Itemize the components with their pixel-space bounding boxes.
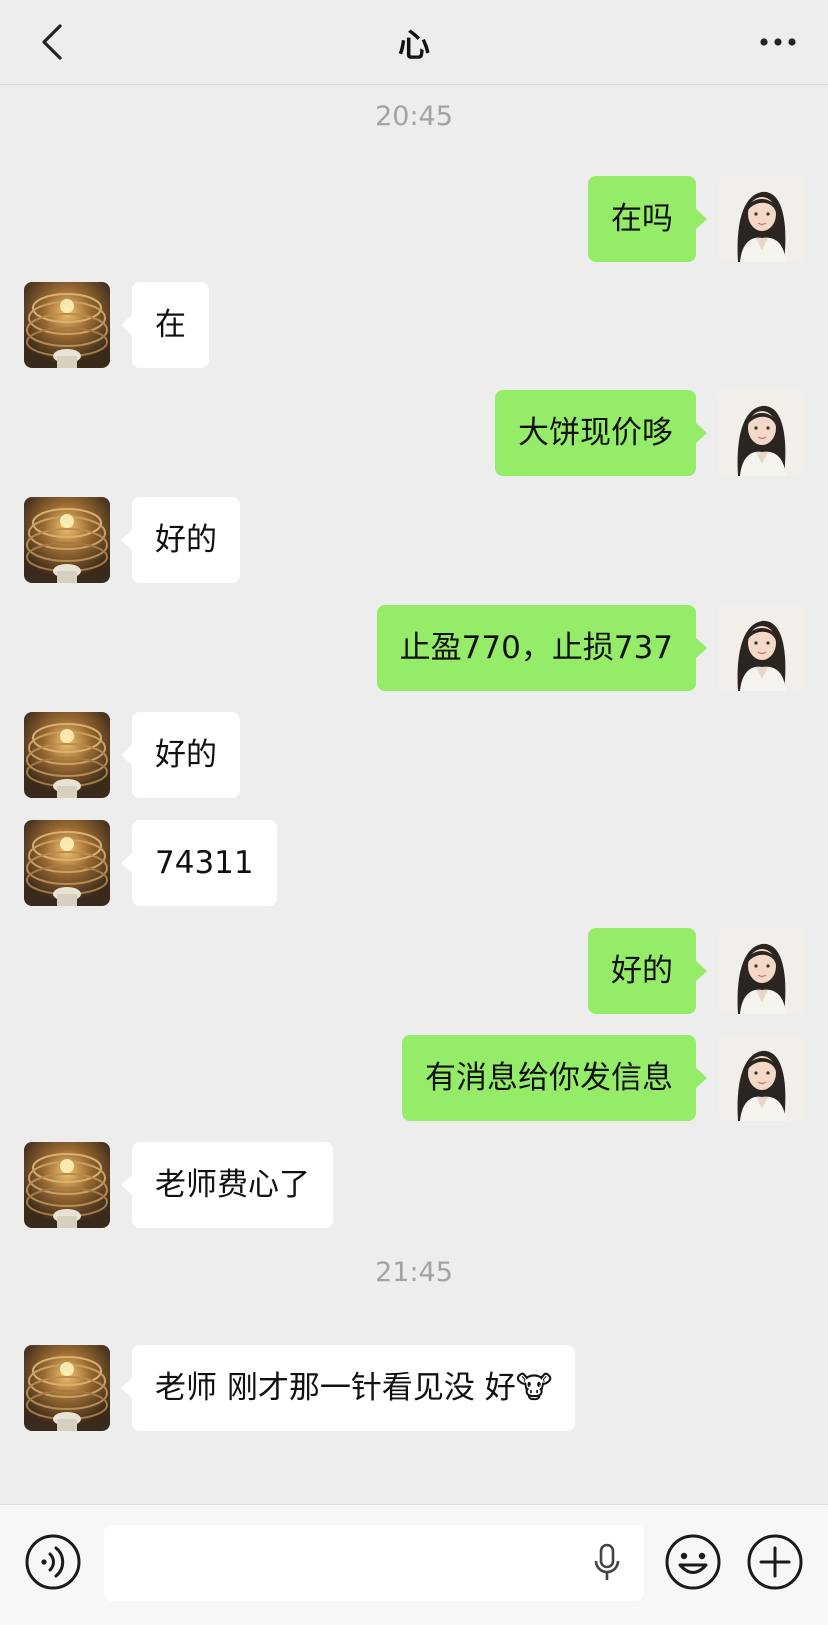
emoji-icon[interactable]: [664, 1533, 722, 1591]
message-bubble[interactable]: 老师费心了: [121, 1142, 333, 1228]
incoming-message: 老师 刚才那一针看见没 好🐮: [0, 1345, 828, 1431]
message-bubble[interactable]: 在吗: [588, 176, 707, 262]
message-list[interactable]: 20:45 在吗 在 大饼现价哆 好的 止盈770，止损737 好的 74311…: [0, 84, 828, 1504]
contact-avatar[interactable]: [24, 1345, 110, 1431]
outgoing-message: 有消息给你发信息: [0, 1035, 828, 1121]
contact-avatar[interactable]: [24, 497, 110, 583]
my-avatar[interactable]: [718, 928, 804, 1014]
my-avatar[interactable]: [718, 176, 804, 262]
voice-icon[interactable]: [24, 1533, 82, 1591]
message-bubble[interactable]: 老师 刚才那一针看见没 好🐮: [120, 1345, 576, 1431]
message-bubble[interactable]: 止盈770，止损737: [376, 605, 708, 691]
message-bubble[interactable]: 好的: [588, 928, 707, 1014]
message-input[interactable]: [104, 1525, 644, 1601]
my-avatar[interactable]: [718, 1035, 804, 1121]
incoming-message: 好的: [0, 712, 828, 798]
contact-avatar[interactable]: [24, 820, 110, 906]
outgoing-message: 止盈770，止损737: [0, 605, 828, 691]
contact-avatar[interactable]: [24, 282, 110, 368]
microphone-icon[interactable]: [592, 1543, 622, 1583]
chat-title: 心: [397, 26, 430, 64]
timestamp: 21:45: [375, 1257, 453, 1288]
incoming-message: 好的: [0, 497, 828, 583]
message-bubble[interactable]: 大饼现价哆: [495, 390, 707, 476]
message-bubble[interactable]: 在: [121, 282, 209, 368]
plus-icon[interactable]: [746, 1533, 804, 1591]
my-avatar[interactable]: [718, 390, 804, 476]
contact-avatar[interactable]: [24, 1142, 110, 1228]
outgoing-message: 好的: [0, 928, 828, 1014]
my-avatar[interactable]: [718, 605, 804, 691]
incoming-message: 74311: [0, 820, 828, 906]
contact-avatar[interactable]: [24, 712, 110, 798]
top-bar: 心: [0, 0, 828, 85]
message-bubble[interactable]: 好的: [121, 712, 240, 798]
more-dots-icon[interactable]: [756, 24, 800, 60]
incoming-message: 在: [0, 282, 828, 368]
message-bubble[interactable]: 74311: [121, 820, 277, 906]
timestamp: 20:45: [375, 101, 453, 132]
message-bubble[interactable]: 好的: [121, 497, 240, 583]
input-toolbar: [0, 1504, 828, 1625]
message-bubble[interactable]: 有消息给你发信息: [402, 1035, 707, 1121]
outgoing-message: 大饼现价哆: [0, 390, 828, 476]
outgoing-message: 在吗: [0, 176, 828, 262]
incoming-message: 老师费心了: [0, 1142, 828, 1228]
